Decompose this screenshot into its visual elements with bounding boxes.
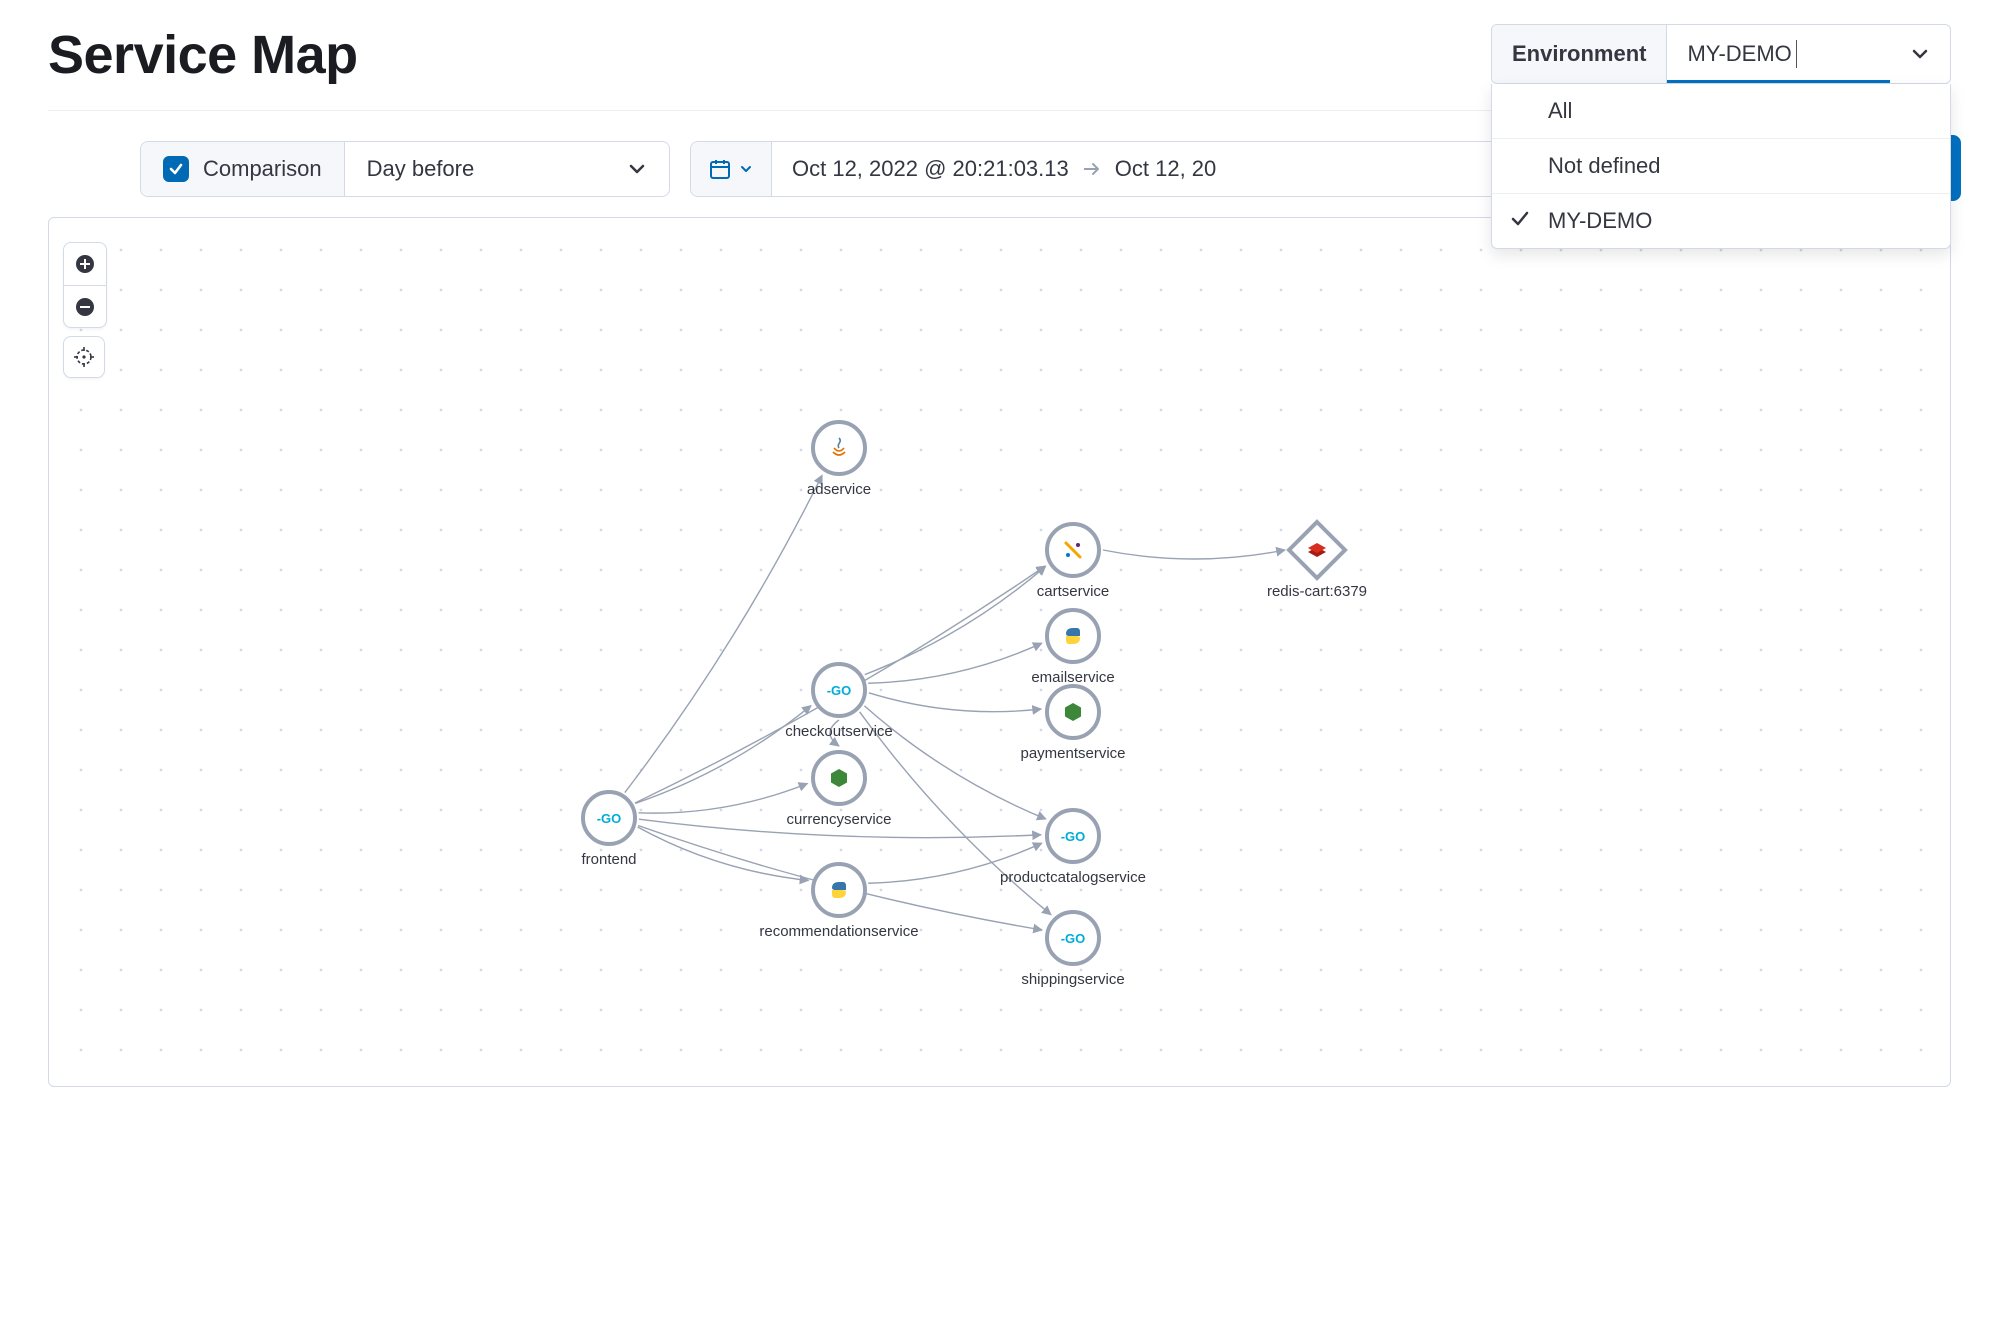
graph-edge <box>865 566 1046 674</box>
environment-value[interactable]: MY-DEMO <box>1667 25 1890 83</box>
service-node-paymentservice[interactable]: paymentservice <box>1020 686 1125 762</box>
environment-option-not-defined[interactable]: Not defined <box>1492 138 1950 193</box>
comparison-value: Day before <box>367 156 475 182</box>
service-map-panel[interactable]: -GO frontend adservice -GO checkoutservice cu… <box>48 217 1951 1087</box>
graph-edge <box>635 706 811 804</box>
environment-option-label: MY-DEMO <box>1548 208 1652 234</box>
service-node-label: emailservice <box>1031 669 1114 686</box>
service-node-emailservice[interactable]: emailservice <box>1031 610 1114 686</box>
environment-dropdown-menu: All Not defined MY-DEMO <box>1491 84 1951 249</box>
environment-underline <box>1667 80 1890 83</box>
environment-option-my-demo[interactable]: MY-DEMO <box>1492 193 1950 248</box>
python-icon <box>832 882 846 898</box>
service-node-currencyservice[interactable]: currencyservice <box>786 752 891 828</box>
service-node-label: productcatalogservice <box>1000 869 1146 886</box>
service-node-label: redis-cart:6379 <box>1267 583 1367 600</box>
svg-text:-GO: -GO <box>827 683 852 698</box>
svg-text:-GO: -GO <box>1061 931 1086 946</box>
go-icon: -GO <box>1061 829 1086 844</box>
comparison-toggle[interactable]: Comparison <box>141 142 345 196</box>
go-icon: -GO <box>597 811 622 826</box>
page-title: Service Map <box>48 24 358 86</box>
date-to: Oct 12, 20 <box>1115 156 1217 182</box>
service-node-label: checkoutservice <box>785 723 893 740</box>
svg-text:-GO: -GO <box>597 811 622 826</box>
environment-option-label: Not defined <box>1548 153 1661 179</box>
comparison-label: Comparison <box>203 156 322 182</box>
service-node-label: adservice <box>807 481 871 498</box>
environment-selector[interactable]: Environment MY-DEMO All Not defined <box>1491 24 1951 84</box>
arrow-right-icon <box>1083 156 1101 182</box>
check-icon <box>168 161 184 177</box>
svg-text:-GO: -GO <box>1061 829 1086 844</box>
environment-caret[interactable] <box>1890 25 1950 83</box>
service-node-label: shippingservice <box>1021 971 1124 988</box>
service-node-label: recommendationservice <box>759 923 918 940</box>
calendar-icon <box>709 158 731 180</box>
service-node-label: currencyservice <box>786 811 891 828</box>
service-node-redis-cart[interactable]: redis-cart:6379 <box>1267 522 1367 600</box>
comparison-group: Comparison Day before <box>140 141 670 197</box>
service-node-checkoutservice[interactable]: -GO checkoutservice <box>785 664 893 740</box>
go-icon: -GO <box>1061 931 1086 946</box>
chevron-down-icon <box>1910 44 1930 64</box>
text-cursor <box>1796 40 1797 68</box>
service-node-shippingservice[interactable]: -GO shippingservice <box>1021 912 1124 988</box>
comparison-checkbox[interactable] <box>163 156 189 182</box>
environment-option-all[interactable]: All <box>1492 84 1950 138</box>
comparison-select[interactable]: Day before <box>345 142 669 196</box>
service-node-label: frontend <box>581 851 636 868</box>
environment-label: Environment <box>1492 25 1667 83</box>
service-node-recommendationservice[interactable]: recommendationservice <box>759 864 918 940</box>
date-from: Oct 12, 2022 @ 20:21:03.13 <box>792 156 1069 182</box>
check-icon <box>1510 208 1530 234</box>
chevron-down-icon <box>627 159 647 179</box>
chevron-down-icon <box>739 162 753 176</box>
service-node-label: paymentservice <box>1020 745 1125 762</box>
graph-edge <box>625 475 822 792</box>
python-icon <box>1066 628 1080 644</box>
service-node-adservice[interactable]: adservice <box>807 422 871 498</box>
service-node-productcatalogservice[interactable]: -GO productcatalogservice <box>1000 810 1146 886</box>
environment-option-label: All <box>1548 98 1572 124</box>
date-picker-button[interactable] <box>691 142 772 196</box>
graph-edge <box>1103 550 1285 559</box>
environment-selected-text: MY-DEMO <box>1687 41 1791 67</box>
graph-edge <box>869 693 1041 712</box>
dotnet-icon <box>1064 541 1082 559</box>
service-graph[interactable]: -GO frontend adservice -GO checkoutservice cu… <box>49 218 1950 1086</box>
service-node-label: cartservice <box>1037 583 1110 600</box>
service-node-cartservice[interactable]: cartservice <box>1037 524 1110 600</box>
graph-edge <box>639 783 808 813</box>
service-node-frontend[interactable]: -GO frontend <box>581 792 636 868</box>
go-icon: -GO <box>827 683 852 698</box>
